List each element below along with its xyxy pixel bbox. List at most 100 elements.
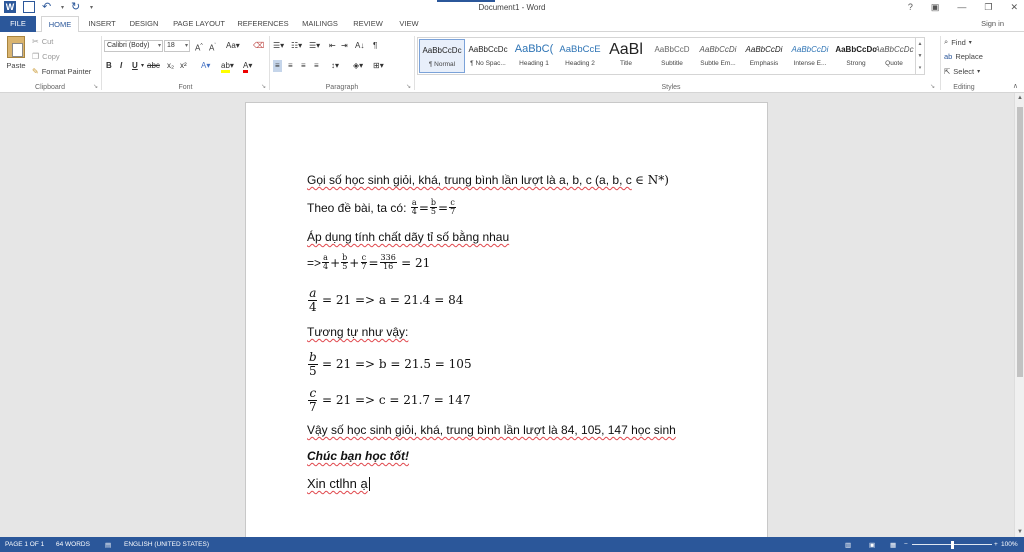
collapse-ribbon-icon[interactable]: ∧: [1013, 82, 1018, 90]
line-1-math: ∈ N*): [635, 173, 669, 187]
group-divider: [269, 36, 270, 90]
numbering-icon[interactable]: ☷▾: [291, 40, 302, 52]
increase-indent-icon[interactable]: ⇥: [341, 40, 348, 52]
title-accent: [437, 0, 495, 2]
align-left-icon[interactable]: ≡: [273, 60, 282, 72]
fraction-a-4: a4: [322, 253, 329, 272]
group-divider: [940, 36, 941, 90]
fraction-b-5: b5: [308, 350, 318, 378]
line-8-equation: = 21 => c = 21.7 = 147: [321, 393, 471, 408]
print-layout-icon[interactable]: ▣: [869, 541, 875, 549]
font-size-value: 18: [167, 42, 175, 49]
shrink-font-icon[interactable]: Aˇ: [209, 40, 216, 55]
line-5-equation: = 21 => a = 21.4 = 84: [321, 293, 464, 308]
underline-dropdown-icon[interactable]: ▾: [141, 60, 144, 72]
tab-page-layout[interactable]: PAGE LAYOUT: [170, 16, 228, 32]
format-painter-button[interactable]: ✎ Format Painter: [32, 67, 91, 76]
clipboard-group: Paste ✂ Cut ❐ Copy ✎ Format Painter Clip…: [0, 34, 100, 92]
sort-icon[interactable]: A↓: [355, 40, 364, 52]
page-count[interactable]: PAGE 1 OF 1: [5, 541, 44, 548]
align-center-icon[interactable]: ≡: [288, 60, 293, 72]
fraction-a-4: a4: [308, 286, 318, 314]
tab-insert[interactable]: INSERT: [84, 16, 120, 32]
styles-launcher-icon[interactable]: ↘: [930, 83, 935, 90]
font-launcher-icon[interactable]: ↘: [261, 83, 266, 90]
equals-sign: =: [368, 255, 379, 270]
chevron-down-icon: ▾: [184, 43, 188, 49]
ribbon-display-options-button[interactable]: ▣: [931, 2, 940, 13]
paste-label: Paste: [6, 61, 26, 70]
subscript-icon[interactable]: x₂: [167, 60, 174, 72]
scroll-down-icon[interactable]: ▼: [1015, 527, 1024, 537]
chevron-down-icon: ▾: [157, 43, 161, 49]
vertical-scrollbar[interactable]: ▲ ▼: [1014, 93, 1024, 537]
sign-in-link[interactable]: Sign in: [981, 19, 1004, 28]
close-button[interactable]: ✕: [1010, 2, 1018, 13]
cut-button[interactable]: ✂ Cut: [32, 37, 53, 46]
clear-formatting-icon[interactable]: ⌫: [253, 40, 264, 52]
line-7-equation: = 21 => b = 21.5 = 105: [322, 357, 472, 372]
decrease-indent-icon[interactable]: ⇤: [329, 40, 336, 52]
tab-references[interactable]: REFERENCES: [236, 16, 290, 32]
clipboard-launcher-icon[interactable]: ↘: [93, 83, 98, 90]
show-formatting-marks-icon[interactable]: ¶: [373, 40, 377, 52]
line-8: c7 = 21 => c = 21.7 = 147: [307, 387, 471, 413]
scroll-up-icon[interactable]: ▲: [1015, 93, 1024, 103]
tab-home[interactable]: HOME: [41, 16, 79, 33]
grow-font-icon[interactable]: A^: [195, 40, 203, 55]
bold-icon[interactable]: B: [106, 60, 112, 72]
line-spacing-icon[interactable]: ↕▾: [331, 60, 339, 72]
fraction-b-5: b5: [341, 253, 349, 272]
proofing-icon[interactable]: ▤: [105, 541, 111, 549]
language-indicator[interactable]: ENGLISH (UNITED STATES): [124, 541, 209, 548]
title-bar: W ↶ ▾ ↻ ▾ Document1 - Word ? ▣ — ❐ ✕: [0, 0, 1024, 16]
tab-file[interactable]: FILE: [0, 16, 36, 32]
change-case-icon[interactable]: Aa▾: [226, 40, 240, 52]
editing-group: Editing: [942, 34, 986, 92]
plus-sign: +: [330, 255, 341, 270]
paragraph-launcher-icon[interactable]: ↘: [406, 83, 411, 90]
plus-sign: +: [349, 255, 360, 270]
minimize-button[interactable]: —: [957, 2, 966, 13]
window-controls: ? ▣ — ❐ ✕: [908, 2, 1018, 13]
align-right-icon[interactable]: ≡: [301, 60, 306, 72]
text-effects-icon[interactable]: A▾: [201, 60, 210, 72]
tab-design[interactable]: DESIGN: [126, 16, 162, 32]
paste-button[interactable]: Paste: [4, 36, 28, 70]
shading-icon[interactable]: ◈▾: [353, 60, 363, 72]
bullets-icon[interactable]: ☰▾: [273, 40, 284, 52]
copy-button[interactable]: ❐ Copy: [32, 52, 60, 61]
document-page[interactable]: Gọi số học sinh giỏi, khá, trung bình lầ…: [245, 102, 768, 537]
zoom-in-button[interactable]: +: [994, 541, 998, 548]
tab-mailings[interactable]: MAILINGS: [298, 16, 342, 32]
italic-icon[interactable]: I: [120, 60, 122, 72]
help-button[interactable]: ?: [908, 2, 913, 13]
line-7: b5 = 21 => b = 21.5 = 105: [307, 351, 472, 377]
font-group-label: Font: [178, 84, 193, 91]
ribbon-tabs: FILE HOME INSERT DESIGN PAGE LAYOUT REFE…: [0, 16, 1024, 33]
multilevel-list-icon[interactable]: ☰▾: [309, 40, 320, 52]
tab-view[interactable]: VIEW: [394, 16, 424, 32]
tab-review[interactable]: REVIEW: [350, 16, 386, 32]
fraction-a-4: a4: [410, 198, 418, 217]
font-name-combo[interactable]: Calibri (Body) ▾: [104, 40, 163, 52]
superscript-icon[interactable]: x²: [180, 60, 187, 72]
strikethrough-icon[interactable]: abc: [147, 60, 160, 72]
fraction-c-7: c7: [308, 386, 318, 414]
zoom-level[interactable]: 100%: [1001, 541, 1018, 548]
word-count[interactable]: 64 WORDS: [56, 541, 90, 548]
fraction-336-16: 336 16: [379, 253, 397, 272]
borders-icon[interactable]: ⊞▾: [373, 60, 384, 72]
highlight-icon[interactable]: ab▾: [221, 60, 234, 73]
scrollbar-thumb[interactable]: [1017, 107, 1023, 377]
zoom-slider-thumb[interactable]: [951, 541, 954, 549]
read-mode-icon[interactable]: ▥: [845, 541, 851, 549]
underline-icon[interactable]: U: [132, 60, 138, 72]
font-color-icon[interactable]: A▾: [243, 60, 252, 73]
justify-icon[interactable]: ≡: [314, 60, 319, 72]
restore-button[interactable]: ❐: [984, 2, 992, 13]
web-layout-icon[interactable]: ▦: [890, 541, 896, 549]
zoom-out-button[interactable]: −: [904, 541, 908, 548]
font-size-combo[interactable]: 18 ▾: [164, 40, 190, 52]
line-6: Tương tự như vậy:: [307, 325, 408, 339]
